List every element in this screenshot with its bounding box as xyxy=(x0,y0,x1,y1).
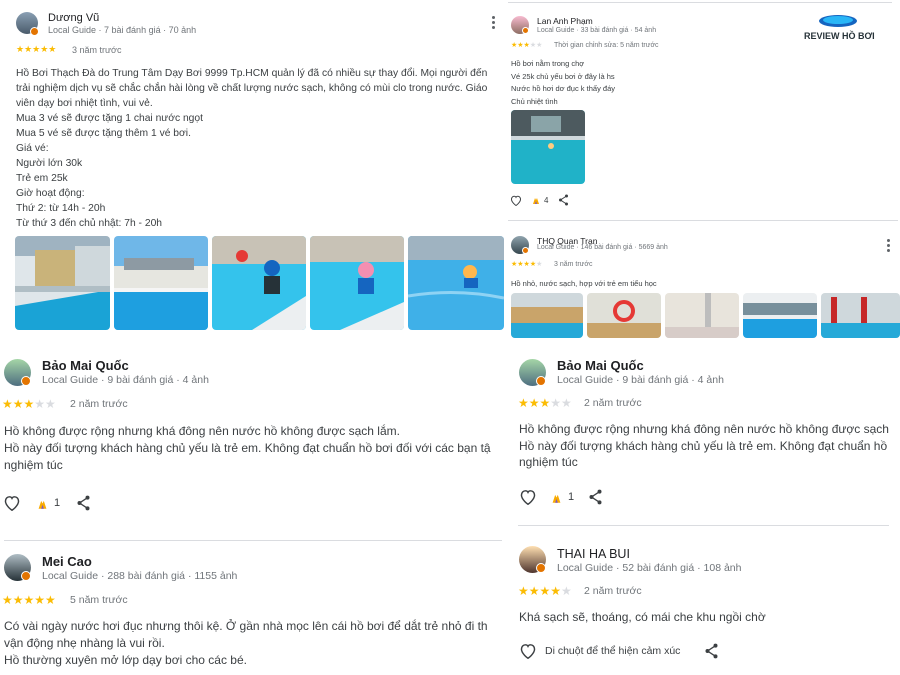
review-text: Hồ không được rộng nhưng khá đông nên nư… xyxy=(519,422,889,469)
review-photo[interactable] xyxy=(743,293,817,338)
reviewer-meta: Local Guide · 9 bài đánh giá · 4 ảnh xyxy=(557,374,724,386)
divider xyxy=(508,2,892,3)
pool-logo-icon xyxy=(819,15,857,27)
review-time: 3 năm trước xyxy=(72,45,122,55)
review-text: Hồ không được rộng nhưng khá đông nên nư… xyxy=(4,424,491,472)
reviewer-name[interactable]: Lan Anh Phạm xyxy=(537,16,593,26)
review-time: Thời gian chỉnh sửa: 5 năm trước xyxy=(554,42,659,49)
star-rating: ★★★★★ xyxy=(518,584,572,598)
review-photo[interactable] xyxy=(665,293,739,338)
clap-icon[interactable] xyxy=(549,490,563,504)
reviewer-meta: Local Guide · 288 bài đánh giá · 1155 ản… xyxy=(42,570,238,582)
local-guide-badge-icon xyxy=(522,27,529,34)
local-guide-badge-icon xyxy=(536,563,546,573)
reviewer-meta: Local Guide · 7 bài đánh giá · 70 ảnh xyxy=(48,25,197,35)
share-icon[interactable] xyxy=(556,193,570,207)
review-photo[interactable] xyxy=(511,110,585,184)
review-photo[interactable] xyxy=(408,236,504,330)
review-text: Khá sạch sẽ, thoáng, có mái che khu ngồi… xyxy=(519,610,766,624)
reviewer-name[interactable]: Mei Cao xyxy=(42,554,92,569)
review-photo[interactable] xyxy=(511,293,583,338)
reviewer-meta: Local Guide · 33 bài đánh giá · 54 ảnh xyxy=(537,27,657,34)
reviewer-name[interactable]: Dương Vũ xyxy=(48,12,99,24)
review-photo[interactable] xyxy=(587,293,661,338)
review-photo[interactable] xyxy=(114,236,208,330)
review-photo[interactable] xyxy=(212,236,306,330)
star-rating: ★★★★★ xyxy=(16,44,57,54)
clap-icon[interactable] xyxy=(530,194,542,206)
heart-icon[interactable] xyxy=(518,642,538,660)
divider xyxy=(508,220,898,221)
review-card-thq-quan-tran: THQ Quan Tran Local Guide · 146 bài đánh… xyxy=(508,220,900,338)
share-icon[interactable] xyxy=(586,488,604,506)
local-guide-badge-icon xyxy=(536,376,546,386)
local-guide-badge-icon xyxy=(30,27,39,36)
reviewer-meta: Local Guide · 146 bài đánh giá · 5669 ản… xyxy=(537,244,668,251)
like-count: 1 xyxy=(568,491,575,503)
review-card-thai-ha-bui: THAI HA BUI Local Guide · 52 bài đánh gi… xyxy=(508,540,900,675)
review-time: 3 năm trước xyxy=(554,261,593,268)
like-count: 1 xyxy=(54,497,61,509)
review-ho-boi-logo: REVIEW HỒ BƠI xyxy=(804,14,884,44)
review-card-bao-mai-quoc-right: Bảo Mai Quốc Local Guide · 9 bài đánh gi… xyxy=(508,348,900,530)
review-text: Hồ Bơi Thạch Đà do Trung Tâm Dạy Bơi 999… xyxy=(16,68,488,229)
review-time: 2 năm trước xyxy=(70,398,128,410)
review-photo[interactable] xyxy=(310,236,404,330)
heart-icon[interactable] xyxy=(509,193,523,207)
reviewer-name[interactable]: Bảo Mai Quốc xyxy=(557,358,644,373)
star-rating: ★★★★★ xyxy=(511,261,543,268)
local-guide-badge-icon xyxy=(21,571,31,581)
review-card-lan-anh-pham: Lan Anh Phạm Local Guide · 33 bài đánh g… xyxy=(508,0,900,218)
review-card-duong-vu: Dương Vũ Local Guide · 7 bài đánh giá · … xyxy=(0,0,506,345)
review-photo[interactable] xyxy=(15,236,110,330)
react-hint: Di chuột để thể hiện cảm xúc xyxy=(545,645,681,657)
review-text: Có vài ngày nước hơi đục nhưng thôi kệ. … xyxy=(4,619,488,667)
local-guide-badge-icon xyxy=(522,247,529,254)
more-vert-icon[interactable] xyxy=(887,239,891,254)
star-rating: ★★★★★ xyxy=(518,396,572,410)
review-time: 2 năm trước xyxy=(584,585,642,597)
local-guide-badge-icon xyxy=(21,376,31,386)
reviewer-name[interactable]: THAI HA BUI xyxy=(557,547,630,561)
logo-text: REVIEW HỒ BƠI xyxy=(804,31,875,41)
review-card-mei-cao: Mei Cao Local Guide · 288 bài đánh giá ·… xyxy=(0,540,506,675)
review-time: 5 năm trước xyxy=(70,594,128,606)
review-time: 2 năm trước xyxy=(584,397,642,409)
review-text: Hồ bơi nằm trong chợ Vé 25k chủ yếu bơi … xyxy=(511,59,615,106)
reviewer-meta: Local Guide · 52 bài đánh giá · 108 ảnh xyxy=(557,562,742,574)
star-rating: ★★★★★ xyxy=(2,593,56,607)
star-rating: ★★★★★ xyxy=(511,42,543,49)
review-photo[interactable] xyxy=(821,293,900,338)
reviewer-meta: Local Guide · 9 bài đánh giá · 4 ảnh xyxy=(42,374,209,386)
like-count: 4 xyxy=(544,196,549,205)
reviewer-name[interactable]: Bảo Mai Quốc xyxy=(42,358,129,373)
heart-icon[interactable] xyxy=(2,494,22,512)
share-icon[interactable] xyxy=(74,494,92,512)
review-card-bao-mai-quoc: Bảo Mai Quốc Local Guide · 9 bài đánh gi… xyxy=(0,348,506,540)
review-text: Hồ nhỏ, nước sạch, hợp với trẻ em tiểu h… xyxy=(511,279,657,288)
more-vert-icon[interactable] xyxy=(492,16,496,31)
divider xyxy=(4,540,502,541)
share-icon[interactable] xyxy=(702,642,720,660)
star-rating: ★★★★★ xyxy=(2,397,56,411)
divider xyxy=(518,525,889,526)
heart-icon[interactable] xyxy=(518,488,538,506)
clap-icon[interactable] xyxy=(35,496,49,510)
